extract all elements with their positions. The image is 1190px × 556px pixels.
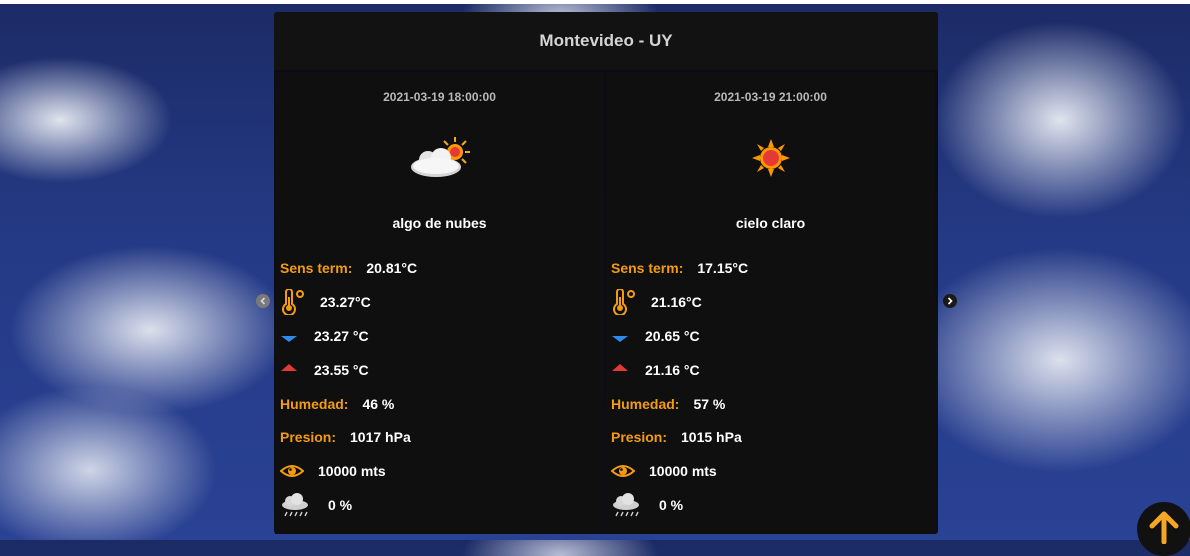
temp-max-value: 21.16 °C	[645, 362, 700, 378]
arrow-up-icon	[281, 364, 297, 371]
rain-cloud-icon	[282, 493, 308, 517]
top-strip	[0, 0, 1190, 4]
feels-like-label: Sens term:	[280, 260, 353, 276]
weather-panel: Montevideo - UY 2021-03-19 18:00:00 algo…	[274, 12, 938, 534]
visibility-row: 10000 mts	[280, 460, 386, 482]
temp-min-value: 23.27 °C	[314, 328, 369, 344]
partly-cloudy-icon	[410, 137, 470, 177]
arrow-down-icon	[612, 336, 628, 342]
arrow-up-icon	[1149, 511, 1179, 544]
chevron-left-icon	[260, 297, 266, 305]
carousel-prev-button[interactable]	[256, 294, 270, 308]
humidity-row: Humedad: 46 %	[280, 393, 394, 415]
temperature-row: 21.16°C	[611, 289, 702, 315]
forecast-card: 2021-03-19 21:00:00 cielo claro Sens ter…	[606, 72, 935, 534]
rain-cloud-icon	[613, 493, 639, 517]
rain-chance-value: 0 %	[328, 497, 353, 513]
feels-like-row: Sens term: 20.81°C	[280, 257, 417, 279]
thermometer-icon	[613, 289, 635, 315]
forecast-datetime: 2021-03-19 21:00:00	[714, 90, 827, 104]
pressure-label: Presion:	[280, 429, 337, 445]
forecast-card: 2021-03-19 18:00:00 algo de nubes Sens t…	[275, 72, 604, 534]
chevron-right-icon	[947, 297, 953, 305]
visibility-value: 10000 mts	[649, 463, 717, 479]
arrow-down-icon	[281, 336, 297, 342]
temp-min-row: 20.65 °C	[611, 325, 700, 347]
humidity-label: Humedad:	[611, 396, 680, 412]
carousel-next-button[interactable]	[943, 294, 957, 308]
sun-icon	[751, 139, 790, 177]
eye-icon	[611, 465, 635, 477]
temp-max-value: 23.55 °C	[314, 362, 369, 378]
temperature-value: 23.27°C	[320, 294, 371, 310]
forecast-datetime: 2021-03-19 18:00:00	[383, 90, 496, 104]
feels-like-value: 17.15°C	[697, 260, 749, 276]
temperature-row: 23.27°C	[280, 289, 371, 315]
rain-row: 0 %	[280, 493, 353, 517]
forecast-description: cielo claro	[735, 215, 806, 231]
eye-icon	[280, 465, 304, 477]
temp-max-row: 23.55 °C	[280, 359, 369, 381]
feels-like-value: 20.81°C	[366, 260, 418, 276]
humidity-value: 57 %	[693, 396, 726, 412]
visibility-row: 10000 mts	[611, 460, 717, 482]
pressure-value: 1017 hPa	[350, 429, 411, 445]
temperature-value: 21.16°C	[651, 294, 702, 310]
pressure-row: Presion: 1017 hPa	[280, 426, 411, 448]
visibility-value: 10000 mts	[318, 463, 386, 479]
arrow-up-icon	[612, 364, 628, 371]
thermometer-icon	[282, 289, 304, 315]
pressure-row: Presion: 1015 hPa	[611, 426, 742, 448]
humidity-label: Humedad:	[280, 396, 349, 412]
temp-max-row: 21.16 °C	[611, 359, 700, 381]
rain-row: 0 %	[611, 493, 684, 517]
scroll-to-top-button[interactable]	[1137, 502, 1190, 556]
forecast-description: algo de nubes	[392, 215, 487, 231]
pressure-label: Presion:	[611, 429, 668, 445]
humidity-row: Humedad: 57 %	[611, 393, 725, 415]
feels-like-row: Sens term: 17.15°C	[611, 257, 748, 279]
city-title: Montevideo - UY	[274, 12, 938, 70]
temp-min-row: 23.27 °C	[280, 325, 369, 347]
rain-chance-value: 0 %	[659, 497, 684, 513]
temp-min-value: 20.65 °C	[645, 328, 700, 344]
feels-like-label: Sens term:	[611, 260, 684, 276]
pressure-value: 1015 hPa	[681, 429, 742, 445]
humidity-value: 46 %	[362, 396, 395, 412]
